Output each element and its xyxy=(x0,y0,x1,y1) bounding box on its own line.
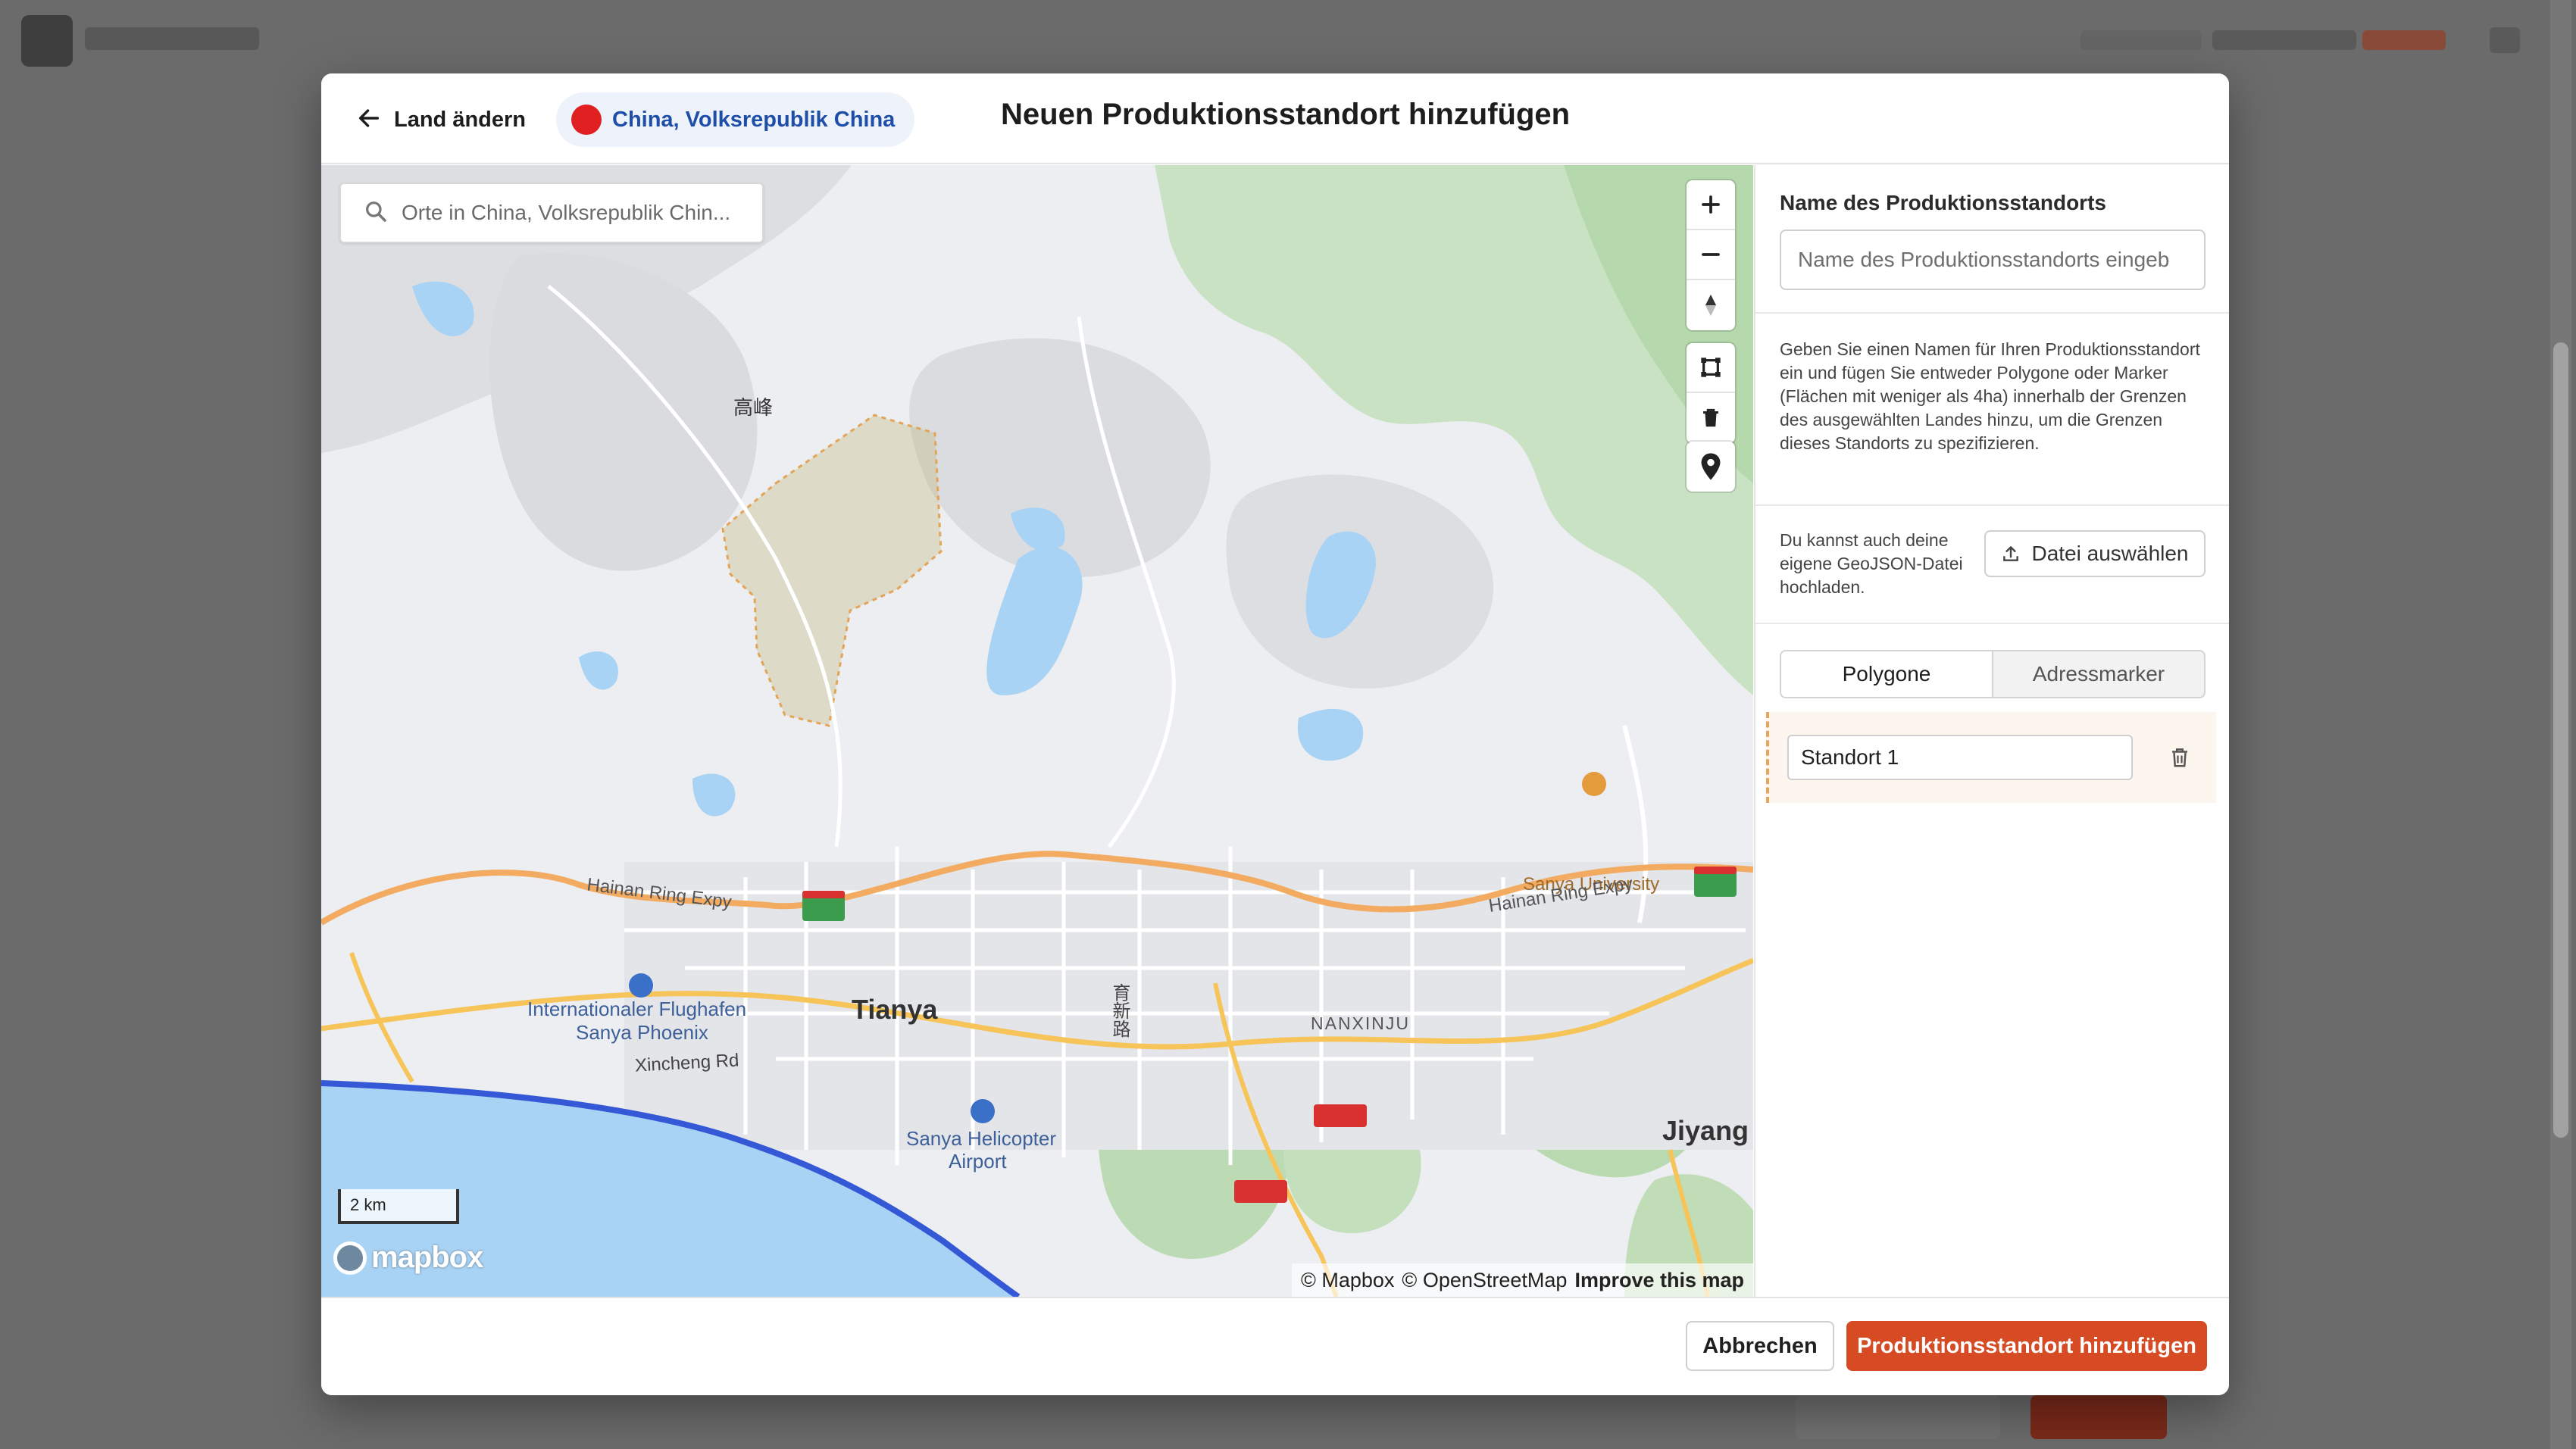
map-label-airport-2: Sanya Phoenix xyxy=(576,1021,708,1044)
divider xyxy=(1755,623,2229,624)
site-name-input[interactable] xyxy=(1780,230,2206,290)
change-country-button[interactable]: Land ändern xyxy=(356,102,526,137)
draw-polygon-button[interactable] xyxy=(1687,343,1735,393)
header-text-placeholder xyxy=(2080,30,2202,50)
site-polygon-name-input[interactable] xyxy=(1787,735,2133,780)
cancel-button[interactable]: Abbrechen xyxy=(1686,1321,1834,1371)
map-search-input[interactable] xyxy=(402,201,758,225)
compass-button[interactable] xyxy=(1687,280,1735,330)
delete-shape-button[interactable] xyxy=(1687,393,1735,443)
zoom-out-button[interactable] xyxy=(1687,230,1735,280)
arrow-left-icon xyxy=(356,105,382,135)
trash-icon xyxy=(2172,748,2187,767)
modal-header: Land ändern China, Volksrepublik China N… xyxy=(321,73,2229,164)
minus-icon xyxy=(1702,253,1720,256)
map-label-airport: Internationaler Flughafen xyxy=(527,998,747,1020)
instructions-text: Geben Sie einen Namen für Ihren Produkti… xyxy=(1780,339,2200,453)
add-site-button[interactable]: Produktionsstandort hinzufügen xyxy=(1846,1321,2207,1371)
map-label-road-vertical: 育新路 xyxy=(1109,983,1130,1038)
zoom-controls xyxy=(1687,180,1735,330)
search-icon xyxy=(364,199,388,227)
site-sidebar: Name des Produktionsstandorts Geben Sie … xyxy=(1754,165,2229,1297)
plus-icon xyxy=(1702,195,1720,214)
bg-primary-button xyxy=(2030,1395,2167,1439)
name-section: Name des Produktionsstandorts xyxy=(1755,165,2229,314)
map-label-nanxinju: NANXINJU xyxy=(1311,1013,1411,1033)
map-search-box[interactable] xyxy=(339,183,764,243)
app-logo xyxy=(21,15,73,67)
map-attribution: © Mapbox © OpenStreetMap Improve this ma… xyxy=(1291,1263,1753,1297)
page-scrollbar-thumb[interactable] xyxy=(2553,342,2568,1138)
map-label-helicopter-2: Airport xyxy=(949,1150,1007,1173)
polygon-icon xyxy=(1701,358,1721,377)
map-scale: 2 km xyxy=(338,1189,459,1224)
china-flag-icon xyxy=(571,105,602,135)
map-label-tianya: Tianya xyxy=(852,994,938,1025)
map-pin-icon xyxy=(1701,453,1721,480)
change-country-label: Land ändern xyxy=(394,107,527,132)
app-name-placeholder xyxy=(85,27,259,50)
map-label-helicopter: Sanya Helicopter xyxy=(906,1127,1056,1150)
map-label-gaofeng: 高峰 xyxy=(733,396,774,419)
zoom-in-button[interactable] xyxy=(1687,180,1735,230)
header-text-placeholder xyxy=(2212,30,2356,50)
improve-map-link[interactable]: Improve this map xyxy=(1574,1269,1744,1292)
shape-type-tabs: Polygone Adressmarker xyxy=(1780,650,2206,698)
mapbox-logo[interactable]: mapbox xyxy=(333,1241,483,1275)
country-chip[interactable]: China, Volksrepublik China xyxy=(556,92,915,147)
mapbox-logo-text: mapbox xyxy=(371,1241,483,1274)
modal-title: Neuen Produktionsstandort hinzufügen xyxy=(1001,98,1571,131)
attribution-osm-link[interactable]: © OpenStreetMap xyxy=(1402,1269,1567,1292)
draw-controls xyxy=(1687,343,1735,443)
tab-adressmarker[interactable]: Adressmarker xyxy=(1993,651,2204,697)
attribution-mapbox-link[interactable]: © Mapbox xyxy=(1301,1269,1394,1292)
country-label: China, Volksrepublik China xyxy=(612,107,896,132)
tab-polygone[interactable]: Polygone xyxy=(1781,651,1993,697)
bg-secondary-button xyxy=(1796,1395,2000,1439)
divider xyxy=(1755,504,2229,506)
map-label-jiyang: Jiyang xyxy=(1662,1115,1749,1146)
mapbox-logo-icon xyxy=(333,1241,367,1275)
header-menu-placeholder xyxy=(2490,27,2520,53)
trash-icon xyxy=(1703,408,1718,427)
add-marker-button[interactable] xyxy=(1687,442,1735,492)
compass-icon xyxy=(1705,294,1717,317)
header-text-placeholder xyxy=(2362,30,2446,50)
geojson-hint: Du kannst auch deine eigene GeoJSON-Date… xyxy=(1780,530,1963,597)
map-view[interactable]: 高峰 Sanya University Hainan Ring Expy Hai… xyxy=(321,165,1753,1297)
add-site-modal: Land ändern China, Volksrepublik China N… xyxy=(321,73,2229,1395)
site-name-label: Name des Produktionsstandorts xyxy=(1780,191,2106,214)
delete-site-button[interactable] xyxy=(2165,742,2195,773)
site-list-item xyxy=(1766,712,2216,803)
choose-file-label: Datei auswählen xyxy=(2031,542,2189,565)
upload-icon xyxy=(2003,546,2019,561)
choose-file-button[interactable]: Datei auswählen xyxy=(1984,530,2206,577)
marker-controls xyxy=(1687,442,1735,492)
